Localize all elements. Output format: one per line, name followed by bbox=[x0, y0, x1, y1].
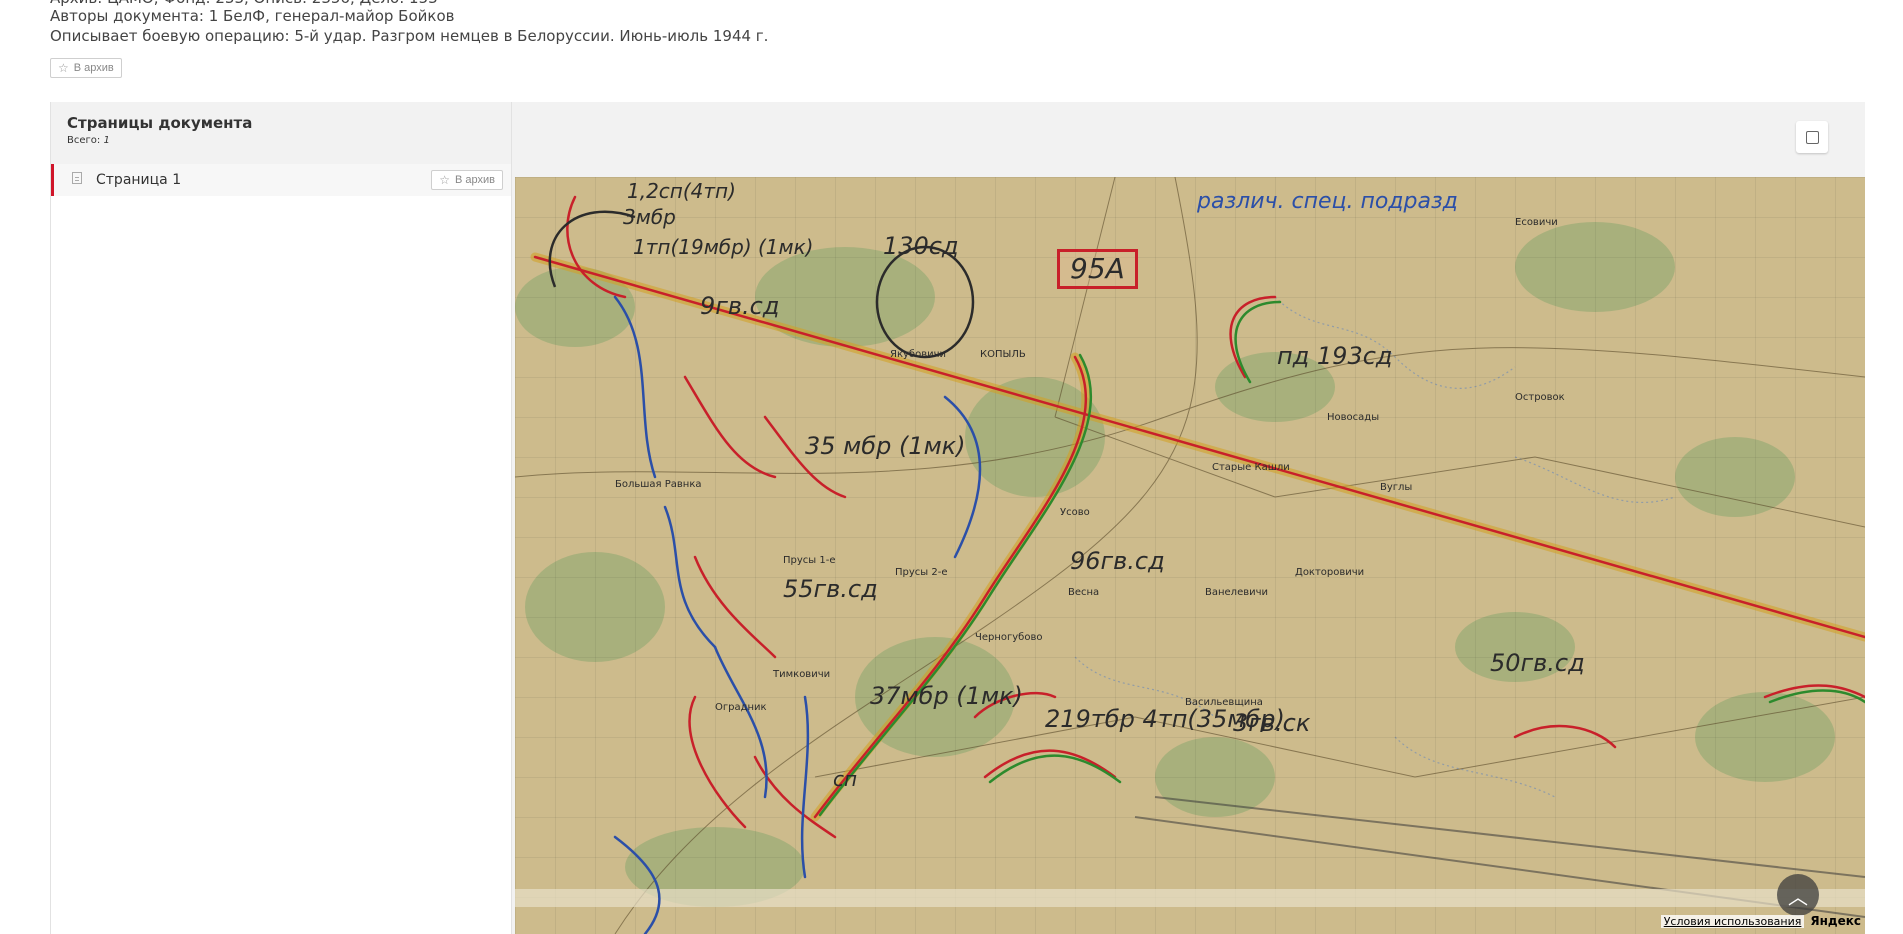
place-doktorovichi: Докторовичи bbox=[1295, 567, 1365, 578]
map-drawing bbox=[515, 177, 1865, 934]
annotation-50: 50гв.сд bbox=[1490, 649, 1585, 677]
map-attribution: Условия использования Яндекс bbox=[1660, 914, 1861, 928]
annotation-1tp: 1тп(19мбр) (1мк) bbox=[633, 235, 814, 259]
annotation-3mbr: 3мбр bbox=[623, 205, 676, 229]
add-to-archive-button[interactable]: ☆ В архив bbox=[50, 58, 122, 78]
document-icon bbox=[72, 171, 82, 184]
count-label: Всего: bbox=[67, 135, 101, 146]
annotation-12: 1,2сп(4тп) bbox=[627, 179, 736, 203]
place-ostrovok: Островок bbox=[1515, 392, 1565, 403]
annotation-35: 35 мбр (1мк) bbox=[805, 432, 966, 460]
place-chernogubovo: Черногубово bbox=[975, 632, 1043, 643]
authors-line: Авторы документа: 1 БелФ, генерал-майор … bbox=[50, 7, 455, 25]
page-list-item[interactable]: Страница 1 ☆ В архив bbox=[51, 164, 511, 196]
place-yakubovichi: Якубовичи bbox=[890, 349, 946, 360]
place-ogradnik: Оградник bbox=[715, 702, 767, 713]
fullscreen-icon bbox=[1805, 130, 1819, 144]
place-timkovichi: Тимковичи bbox=[773, 669, 831, 680]
annotation-55: 55гв.сд bbox=[783, 575, 878, 603]
annotation-193: пд 193сд bbox=[1277, 342, 1393, 370]
place-stary-kashli: Старые Кашли bbox=[1212, 462, 1290, 473]
count-value: 1 bbox=[103, 135, 110, 146]
annotation-130: 130сд bbox=[883, 232, 959, 260]
terms-link[interactable]: Условия использования bbox=[1660, 914, 1805, 928]
place-novosady: Новосады bbox=[1327, 412, 1380, 423]
page-archive-label: В архив bbox=[455, 174, 495, 186]
place-esovichi: Есовичи bbox=[1515, 217, 1558, 228]
place-prusy2: Прусы 2-е bbox=[895, 567, 948, 578]
place-prusy1: Прусы 1-е bbox=[783, 555, 836, 566]
pages-sidebar: Страницы документа Всего: 1 Страница 1 ☆… bbox=[50, 102, 512, 934]
page-viewer: различ. спец. подразд 95А 130сд 9гв.сд п… bbox=[515, 102, 1865, 934]
star-icon: ☆ bbox=[439, 173, 450, 187]
operation-line: Описывает боевую операцию: 5-й удар. Раз… bbox=[50, 27, 769, 45]
place-vanelevichi: Ванелевичи bbox=[1205, 587, 1269, 598]
fullscreen-button[interactable] bbox=[1796, 121, 1828, 153]
place-vugly: Вуглы bbox=[1380, 482, 1413, 493]
map-image[interactable]: различ. спец. подразд 95А 130сд 9гв.сд п… bbox=[515, 177, 1865, 934]
sidebar-title: Страницы документа bbox=[67, 114, 253, 132]
archive-button-label: В архив bbox=[73, 62, 114, 74]
place-bolshaya-ravnka: Большая Равнка bbox=[615, 479, 702, 490]
yandex-logo: Яндекс bbox=[1810, 914, 1861, 928]
place-vasilevshchina: Васильевщина bbox=[1185, 697, 1263, 708]
sidebar-header: Страницы документа Всего: 1 bbox=[51, 102, 511, 164]
pages-count: Всего: 1 bbox=[67, 135, 495, 146]
annotation-3gvsk: 3гв.ск bbox=[1233, 709, 1311, 737]
place-kopyl: КОПЫЛЬ bbox=[980, 349, 1026, 360]
annotation-blue-top: различ. спец. подразд bbox=[1197, 189, 1458, 214]
annotation-96: 96гв.сд bbox=[1070, 547, 1165, 575]
annotation-sp: сп bbox=[833, 767, 858, 791]
place-usovo: Усово bbox=[1060, 507, 1090, 518]
annotation-9: 9гв.сд bbox=[700, 292, 780, 320]
star-icon: ☆ bbox=[58, 61, 69, 75]
place-vesna: Весна bbox=[1068, 587, 1100, 598]
scroll-up-button[interactable]: ︿ bbox=[1777, 874, 1819, 916]
page-label: Страница 1 bbox=[96, 172, 182, 188]
document-panel: Страницы документа Всего: 1 Страница 1 ☆… bbox=[50, 102, 1865, 934]
page-archive-button[interactable]: ☆ В архив bbox=[431, 170, 503, 190]
annotation-95a: 95А bbox=[1057, 249, 1138, 289]
annotation-37: 37мбр (1мк) bbox=[870, 682, 1023, 710]
chevron-up-icon: ︿ bbox=[1788, 884, 1808, 909]
